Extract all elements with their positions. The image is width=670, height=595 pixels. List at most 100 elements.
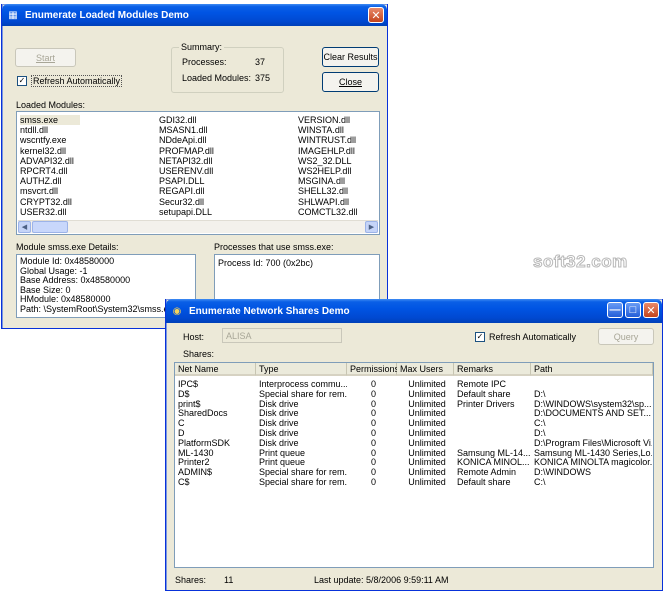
list-item[interactable]: WS2_32.DLL [298, 156, 358, 166]
shares-list-label: Shares: [183, 349, 215, 359]
table-cell: Special share for rem... [259, 468, 347, 478]
shares-window-titlebar[interactable]: ◉ Enumerate Network Shares Demo — □ ✕ [166, 299, 662, 323]
table-cell: 0 [370, 409, 376, 419]
table-cell: 0 [370, 458, 376, 468]
close-icon[interactable]: ✕ [643, 302, 659, 318]
column-header-net-name[interactable]: Net Name [175, 363, 256, 376]
table-cell: Unlimited [408, 448, 446, 458]
list-item[interactable]: VERSION.dll [298, 115, 358, 125]
list-item[interactable]: setupapi.DLL [159, 207, 214, 217]
list-item[interactable]: IMAGEHLP.dll [298, 146, 358, 156]
processes-label: Processes: [182, 57, 227, 67]
module-details-text: Module Id: 0x48580000 Global Usage: -1 B… [20, 256, 179, 315]
scroll-thumb[interactable] [32, 221, 68, 233]
table-cell: D:\WINDOWS\system32\sp... [534, 399, 652, 409]
detail-line: Path: \SystemRoot\System32\smss.exe [20, 303, 179, 314]
close-button[interactable]: Close [322, 72, 379, 92]
list-item[interactable]: NETAPI32.dll [159, 156, 214, 166]
table-cell: C$ [178, 478, 190, 487]
table-cell: Special share for rem... [259, 389, 347, 399]
list-item[interactable]: PSAPI.DLL [159, 176, 214, 186]
start-button[interactable]: Start [15, 48, 76, 67]
host-input[interactable]: ALISA [222, 328, 342, 343]
column-header-permissions[interactable]: Permissions [347, 363, 399, 376]
column-header-remarks[interactable]: Remarks [454, 363, 531, 376]
list-item-selected[interactable]: smss.exe [20, 115, 80, 126]
list-item[interactable]: ADVAPI32.dll [20, 156, 80, 166]
refresh-automatically-label: Refresh Automatically [31, 75, 123, 87]
list-item[interactable]: WINSTA.dll [298, 125, 358, 135]
scroll-right-icon[interactable]: ▶ [365, 221, 378, 233]
list-item[interactable]: MSASN1.dll [159, 125, 214, 135]
loaded-modules-list-label: Loaded Modules: [16, 100, 86, 110]
list-item[interactable]: AUTHZ.dll [20, 176, 80, 186]
table-cell: PlatformSDK [178, 438, 231, 448]
table-row[interactable]: D$ Special share for rem... 0 Unlimited Defa… [175, 390, 653, 400]
table-cell: Unlimited [408, 429, 446, 438]
table-row[interactable]: C$ Special share for rem... 0 Unlimited Defa… [175, 478, 653, 488]
list-item[interactable]: USERENV.dll [159, 166, 214, 176]
processes-using-label: Processes that use smss.exe: [214, 242, 334, 252]
status-last-update: Last update: 5/8/2006 9:59:11 AM [314, 575, 449, 585]
list-item[interactable]: CRYPT32.dll [20, 197, 80, 207]
modules-window-titlebar[interactable]: ▦ Enumerate Loaded Modules Demo ✕ [2, 4, 387, 26]
table-row[interactable]: ML-1430 Print queue 0 Unlimited Samsung ML-1… [175, 449, 653, 459]
list-item[interactable]: WINTRUST.dll [298, 135, 358, 145]
table-row[interactable]: C Disk drive 0 Unlimited C:\ [175, 419, 653, 429]
list-item[interactable]: REGAPI.dll [159, 186, 214, 196]
column-header-max-users[interactable]: Max Users [397, 363, 454, 376]
table-row[interactable]: SharedDocs Disk drive 0 Unlimited D:\DOCUMEN… [175, 409, 653, 419]
list-item[interactable]: COMCTL32.dll [298, 207, 358, 217]
table-row[interactable]: print$ Disk drive 0 Unlimited Printer Driver… [175, 400, 653, 410]
table-cell: Interprocess commu... [259, 380, 347, 389]
list-item[interactable]: SHLWAPI.dll [298, 197, 358, 207]
table-cell: D:\DOCUMENTS AND SET... [534, 409, 652, 419]
table-cell: ML-1430 [178, 448, 214, 458]
table-cell: 0 [370, 438, 376, 448]
list-item[interactable]: ntdll.dll [20, 125, 80, 135]
list-item[interactable]: PROFMAP.dll [159, 146, 214, 156]
list-item[interactable]: GDI32.dll [159, 115, 214, 125]
list-item[interactable]: USER32.dll [20, 207, 80, 217]
maximize-icon[interactable]: □ [625, 302, 641, 318]
table-cell: Unlimited [408, 438, 446, 448]
table-row[interactable]: D Disk drive 0 Unlimited D:\ [175, 429, 653, 439]
minimize-icon[interactable]: — [607, 302, 623, 318]
column-header-type[interactable]: Type [256, 363, 347, 376]
close-icon[interactable]: ✕ [368, 7, 384, 23]
refresh-automatically-checkbox[interactable]: ✓ [475, 332, 485, 342]
table-row[interactable]: IPC$ Interprocess commu... 0 Unlimited Remot… [175, 380, 653, 390]
horizontal-scrollbar[interactable]: ◀ ▶ [18, 220, 378, 233]
shares-table[interactable]: Net Name Type Permissions Max Users Rema… [174, 362, 654, 568]
list-item[interactable]: RPCRT4.dll [20, 166, 80, 176]
table-cell: D:\Program Files\Microsoft Vi... [534, 438, 652, 448]
table-cell: Unlimited [408, 478, 446, 487]
list-item[interactable]: NDdeApi.dll [159, 135, 214, 145]
table-row[interactable]: ADMIN$ Special share for rem... 0 Unlimited… [175, 468, 653, 478]
list-item[interactable]: Process Id: 700 (0x2bc) [218, 258, 313, 268]
clear-results-button[interactable]: Clear Results [322, 47, 379, 67]
list-item[interactable]: wscntfy.exe [20, 135, 80, 145]
list-item[interactable]: msvcrt.dll [20, 186, 80, 196]
list-item[interactable]: MSGINA.dll [298, 176, 358, 186]
loaded-modules-list[interactable]: smss.exe ntdll.dll wscntfy.exe kernel32.… [16, 111, 380, 235]
table-cell: Disk drive [259, 409, 299, 419]
table-row[interactable]: Printer2 Print queue 0 Unlimited KONICA MINO… [175, 458, 653, 468]
table-cell: Unlimited [408, 419, 446, 429]
table-row[interactable]: PlatformSDK Disk drive 0 Unlimited D:\Progra… [175, 439, 653, 449]
query-button[interactable]: Query [598, 328, 654, 345]
summary-group [171, 47, 284, 93]
column-header-path[interactable]: Path [531, 363, 653, 376]
table-cell: 0 [370, 380, 376, 389]
list-item[interactable]: kernel32.dll [20, 146, 80, 156]
list-item[interactable]: WS2HELP.dll [298, 166, 358, 176]
table-cell: ADMIN$ [178, 468, 213, 478]
list-item[interactable]: SHELL32.dll [298, 186, 358, 196]
table-cell: Disk drive [259, 419, 299, 429]
loaded-modules-value: 375 [255, 73, 271, 83]
scroll-left-icon[interactable]: ◀ [18, 221, 31, 233]
refresh-automatically-checkbox[interactable]: ✓ [17, 76, 27, 86]
table-cell: Default share [457, 478, 511, 487]
list-item[interactable]: Secur32.dll [159, 197, 214, 207]
table-cell: Special share for rem... [259, 478, 347, 487]
